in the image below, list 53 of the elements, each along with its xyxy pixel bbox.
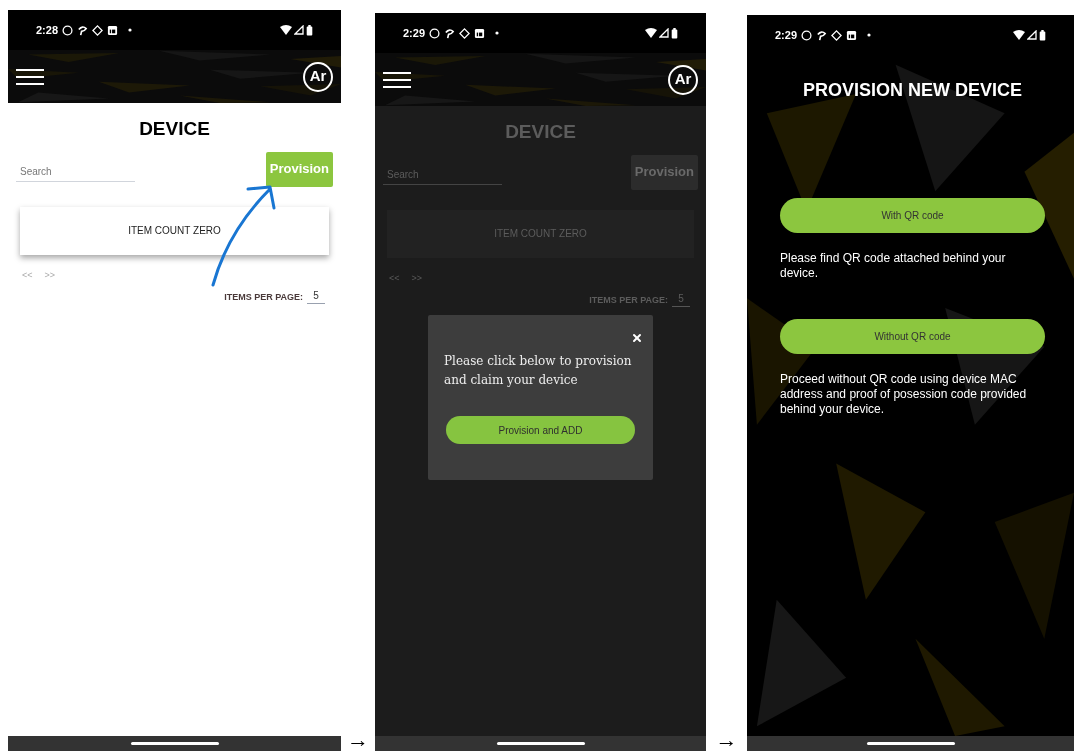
- signal-icon: [659, 28, 669, 38]
- diamond-icon: [92, 24, 104, 36]
- provision-button[interactable]: Provision: [265, 151, 333, 187]
- provision-and-add-button[interactable]: Provision and ADD: [446, 416, 635, 444]
- signal-icon: [1027, 30, 1037, 40]
- avatar[interactable]: Ar: [668, 64, 698, 95]
- page-title: PROVISION NEW DEVICE: [801, 79, 1023, 102]
- page-title: DEVICE: [139, 117, 210, 141]
- status-time: 2:29: [775, 27, 798, 43]
- page-title: DEVICE: [505, 120, 576, 144]
- empty-list-card: ITEM COUNT ZERO: [20, 206, 329, 255]
- menu-icon[interactable]: [16, 67, 44, 86]
- items-per-page-field[interactable]: 5: [672, 291, 690, 307]
- battery-icon: [671, 27, 678, 39]
- items-per-page-label: ITEMS PER PAGE:: [224, 290, 303, 304]
- items-per-page-label: ITEMS PER PAGE:: [589, 293, 668, 307]
- option-description: Please find QR code attached behind your device.: [780, 251, 1007, 281]
- previous-page-link[interactable]: <<: [389, 271, 400, 285]
- dot-icon: [495, 31, 500, 35]
- battery-icon: [1039, 29, 1046, 41]
- items-per-page-field[interactable]: 5: [307, 288, 325, 304]
- square-logo-icon: [107, 24, 119, 36]
- dialog-message: Please click below to provision and claim your device: [444, 353, 633, 389]
- home-handle[interactable]: [496, 742, 585, 745]
- step-arrow: →: [347, 729, 369, 751]
- option-description: Proceed without QR code using device MAC address and proof of posession code provided behind your device.: [780, 372, 1028, 417]
- home-handle[interactable]: [866, 742, 955, 745]
- square-logo-icon: [846, 29, 858, 41]
- home-handle[interactable]: [130, 742, 219, 745]
- status-time: 2:29: [403, 25, 426, 41]
- menu-icon[interactable]: [383, 70, 411, 89]
- square-logo-icon: [474, 27, 486, 39]
- battery-icon: [306, 24, 313, 36]
- wifi-icon: [1013, 30, 1025, 40]
- diamond-icon: [459, 27, 471, 39]
- avatar[interactable]: Ar: [303, 61, 333, 92]
- empty-list-card: ITEM COUNT ZERO: [387, 209, 694, 258]
- option-button[interactable]: Without QR code: [780, 319, 1045, 354]
- close-icon[interactable]: [631, 332, 643, 344]
- diamond-icon: [831, 29, 843, 41]
- provision-button[interactable]: Provision: [630, 154, 698, 190]
- next-page-link[interactable]: >>: [411, 271, 423, 285]
- step-arrow: →: [715, 729, 738, 751]
- previous-page-link[interactable]: <<: [22, 268, 33, 282]
- dot-icon: [867, 33, 872, 37]
- wifi-icon: [645, 28, 657, 38]
- search-field[interactable]: Search: [383, 164, 502, 185]
- next-page-link[interactable]: >>: [44, 268, 56, 282]
- option-button[interactable]: With QR code: [780, 198, 1045, 233]
- wifi-icon: [280, 25, 292, 35]
- signal-icon: [294, 25, 304, 35]
- dot-icon: [128, 28, 133, 32]
- status-time: 2:28: [36, 22, 59, 38]
